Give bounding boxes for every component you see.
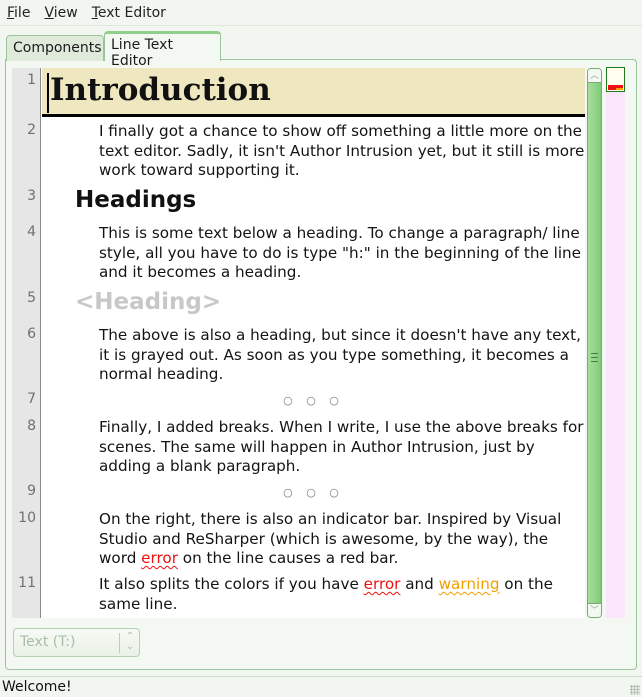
editor-line-heading1[interactable]: Introduction	[42, 68, 585, 117]
paragraph-text-segment: on the line causes a red bar.	[177, 549, 399, 567]
paragraph-text: It also splits the colors if you have er…	[99, 575, 585, 614]
editor-line-break[interactable]: ○ ○ ○	[42, 481, 585, 505]
line-number: 1	[27, 72, 36, 88]
status-bar: Welcome!	[0, 676, 642, 697]
editor-line-paragraph[interactable]: It also splits the colors if you have er…	[42, 573, 585, 618]
tab-line-text-editor[interactable]: Line Text Editor	[104, 31, 221, 69]
editor-line-paragraph[interactable]: On the right, there is also an indicator…	[42, 508, 585, 572]
scene-break-marker: ○ ○ ○	[283, 394, 344, 407]
editor-line-heading-empty[interactable]: <Heading>	[42, 287, 585, 321]
paragraph-text: The above is also a heading, but since i…	[99, 326, 581, 383]
editor-line-heading[interactable]: Headings	[42, 185, 585, 219]
heading1-text: Introduction	[50, 72, 271, 108]
scroll-down-button[interactable]: ﹀	[588, 603, 601, 617]
line-number-gutter: 1 2 3 4 5 6 7 8 9 10 11	[12, 68, 41, 618]
scrollbar-thumb[interactable]	[588, 83, 601, 603]
paragraph-text: Finally, I added breaks. When I write, I…	[99, 418, 584, 475]
paragraph-text: On the right, there is also an indicator…	[99, 510, 585, 569]
line-style-combo[interactable]: Text (T:) ⌃ ⌄	[13, 628, 140, 657]
paragraph-text-segment: and	[400, 575, 439, 593]
menu-view-mnemonic: V	[44, 4, 54, 21]
line-number: 9	[27, 483, 36, 499]
up-down-chevron-icon: ⌃ ⌄	[125, 631, 135, 652]
menu-file-label: ile	[14, 4, 31, 21]
menu-text-editor-label: ext Editor	[97, 4, 166, 21]
line-number: 7	[27, 391, 36, 407]
menubar: File View Text Editor	[0, 0, 642, 26]
line-text-editor[interactable]: 1 2 3 4 5 6 7 8 9 10 11 Introduction I f…	[12, 68, 585, 618]
text-caret	[47, 73, 49, 113]
paragraph-text: I finally got a chance to show off somet…	[99, 122, 585, 179]
warning-word: warning	[438, 575, 500, 593]
vertical-scrollbar[interactable]: ︿ ﹀	[587, 68, 602, 618]
line-number: 3	[27, 188, 36, 204]
indicator-bar[interactable]	[606, 90, 625, 618]
tab-components-label: Components	[13, 40, 102, 56]
scene-break-marker: ○ ○ ○	[283, 486, 344, 499]
line-number: 11	[18, 575, 36, 591]
line-number: 8	[27, 418, 36, 434]
editor-line-break[interactable]: ○ ○ ○	[42, 389, 585, 413]
error-word: error	[363, 575, 401, 593]
editor-line-paragraph[interactable]: I finally got a chance to show off somet…	[42, 120, 585, 184]
editor-line-paragraph[interactable]: Finally, I added breaks. When I write, I…	[42, 416, 585, 480]
status-text: Welcome!	[2, 679, 72, 695]
combo-separator	[119, 633, 120, 653]
line-style-value: Text (T:)	[20, 634, 76, 650]
chevron-up-icon: ︿	[589, 71, 599, 81]
menu-view[interactable]: View	[37, 5, 84, 21]
editor-line-paragraph[interactable]: The above is also a heading, but since i…	[42, 324, 585, 388]
resize-grip-icon[interactable]	[630, 685, 640, 695]
line-number: 10	[18, 510, 36, 526]
heading-text: Headings	[75, 187, 197, 213]
tab-components[interactable]: Components	[6, 35, 104, 61]
paragraph-text: This is some text below a heading. To ch…	[99, 224, 582, 281]
chevron-down-icon: ﹀	[589, 606, 599, 616]
editor-line-paragraph[interactable]: This is some text below a heading. To ch…	[42, 222, 585, 286]
line-number: 2	[27, 122, 36, 138]
menu-text-editor[interactable]: Text Editor	[85, 5, 173, 21]
line-number: 6	[27, 326, 36, 342]
error-word: error	[141, 549, 178, 567]
menu-view-label: iew	[53, 4, 78, 21]
heading-placeholder-text: <Heading>	[75, 289, 222, 315]
indicator-warning-mark[interactable]	[616, 88, 623, 90]
line-number: 4	[27, 224, 36, 240]
indicator-error-mark[interactable]	[608, 88, 616, 90]
scroll-up-button[interactable]: ︿	[588, 69, 601, 83]
paragraph-text-segment: It also splits the colors if you have	[99, 575, 364, 593]
line-number: 5	[27, 290, 36, 306]
indicator-viewport-marker[interactable]	[606, 67, 625, 92]
grip-icon	[591, 353, 598, 362]
menu-file[interactable]: File	[0, 5, 37, 21]
menu-file-mnemonic: F	[7, 4, 15, 21]
